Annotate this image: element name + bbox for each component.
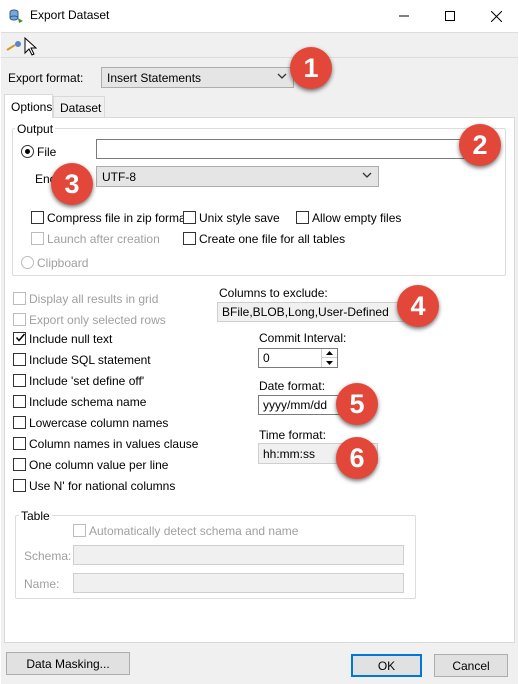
clipboard-radio[interactable]	[21, 256, 34, 269]
annotation-badge-5: 5	[336, 383, 378, 425]
export-format-label: Export format:	[8, 71, 84, 85]
ok-button[interactable]: OK	[351, 654, 422, 677]
include-null-label: Include null text	[29, 332, 113, 346]
tab-options[interactable]: Options	[4, 94, 53, 118]
file-radio-label: File	[37, 145, 57, 159]
name-label: Name:	[24, 577, 60, 591]
data-masking-button[interactable]: Data Masking...	[6, 652, 130, 675]
include-sql-checkbox[interactable]	[13, 353, 26, 366]
compress-zip-label: Compress file in zip format	[47, 211, 190, 225]
close-button[interactable]	[473, 0, 519, 32]
window-title: Export Dataset	[30, 8, 110, 22]
tab-dataset[interactable]: Dataset	[53, 96, 105, 118]
file-radio[interactable]	[21, 145, 34, 158]
spin-up-icon[interactable]	[322, 349, 337, 358]
one-col-per-line-checkbox[interactable]	[13, 458, 26, 471]
brush-cursor-icon[interactable]	[5, 36, 38, 56]
output-group-title: Output	[15, 122, 56, 136]
include-define-off-label: Include 'set define off'	[29, 374, 145, 388]
export-selected-label: Export only selected rows	[29, 313, 166, 327]
file-path-input[interactable]	[96, 139, 496, 159]
one-file-label: Create one file for all tables	[199, 232, 346, 246]
columns-exclude-input[interactable]: BFile,BLOB,Long,User-Defined	[217, 302, 413, 322]
toolbar	[1, 32, 518, 58]
compress-zip-checkbox[interactable]	[31, 211, 44, 224]
columns-exclude-label: Columns to exclude:	[219, 286, 328, 300]
use-n-label: Use N' for national columns	[29, 479, 176, 493]
one-col-per-line-label: One column value per line	[29, 458, 169, 472]
encoding-value: UTF-8	[102, 169, 136, 184]
table-group-title: Table	[19, 509, 52, 523]
include-define-off-checkbox[interactable]	[13, 374, 26, 387]
allow-empty-label: Allow empty files	[312, 211, 402, 225]
commit-interval-stepper[interactable]: 0	[258, 348, 338, 368]
lowercase-checkbox[interactable]	[13, 416, 26, 429]
unix-style-label: Unix style save	[199, 211, 280, 225]
chevron-down-icon	[277, 73, 287, 79]
spin-buttons	[321, 349, 337, 367]
commit-interval-value: 0	[263, 351, 270, 365]
time-format-label: Time format:	[259, 428, 326, 442]
display-all-checkbox[interactable]	[13, 292, 26, 305]
schema-label: Schema:	[24, 549, 72, 563]
auto-detect-checkbox[interactable]	[73, 524, 86, 537]
launch-after-checkbox[interactable]	[31, 232, 44, 245]
allow-empty-checkbox[interactable]	[296, 211, 309, 224]
include-sql-label: Include SQL statement	[29, 353, 151, 367]
annotation-badge-6: 6	[336, 437, 378, 479]
export-format-value: Insert Statements	[107, 70, 202, 85]
schema-input[interactable]	[73, 545, 404, 565]
dataset-export-icon	[8, 8, 24, 24]
display-all-label: Display all results in grid	[29, 292, 159, 306]
include-null-checkbox[interactable]	[13, 332, 26, 345]
spin-down-icon[interactable]	[322, 358, 337, 367]
one-file-checkbox[interactable]	[183, 232, 196, 245]
commit-interval-label: Commit Interval:	[259, 331, 347, 345]
checkmark-icon	[15, 333, 26, 342]
include-schema-label: Include schema name	[29, 395, 147, 409]
annotation-badge-1: 1	[290, 47, 332, 89]
date-format-label: Date format:	[259, 379, 326, 393]
clipboard-label: Clipboard	[37, 256, 89, 270]
cancel-button[interactable]: Cancel	[434, 654, 508, 677]
launch-after-label: Launch after creation	[47, 232, 160, 246]
name-input[interactable]	[73, 573, 404, 593]
annotation-badge-4: 4	[397, 285, 439, 327]
annotation-badge-3: 3	[51, 163, 93, 205]
minimize-button[interactable]	[381, 0, 427, 32]
col-names-values-label: Column names in values clause	[29, 437, 199, 451]
export-format-select[interactable]: Insert Statements	[101, 67, 294, 88]
unix-style-checkbox[interactable]	[183, 211, 196, 224]
col-names-values-checkbox[interactable]	[13, 437, 26, 450]
lowercase-label: Lowercase column names	[29, 416, 169, 430]
auto-detect-label: Automatically detect schema and name	[89, 524, 299, 538]
export-selected-checkbox[interactable]	[13, 313, 26, 326]
chevron-down-icon	[362, 172, 372, 178]
encoding-select[interactable]: UTF-8	[96, 166, 379, 187]
annotation-badge-2: 2	[459, 124, 501, 166]
use-n-checkbox[interactable]	[13, 479, 26, 492]
maximize-button[interactable]	[427, 0, 473, 32]
include-schema-checkbox[interactable]	[13, 395, 26, 408]
